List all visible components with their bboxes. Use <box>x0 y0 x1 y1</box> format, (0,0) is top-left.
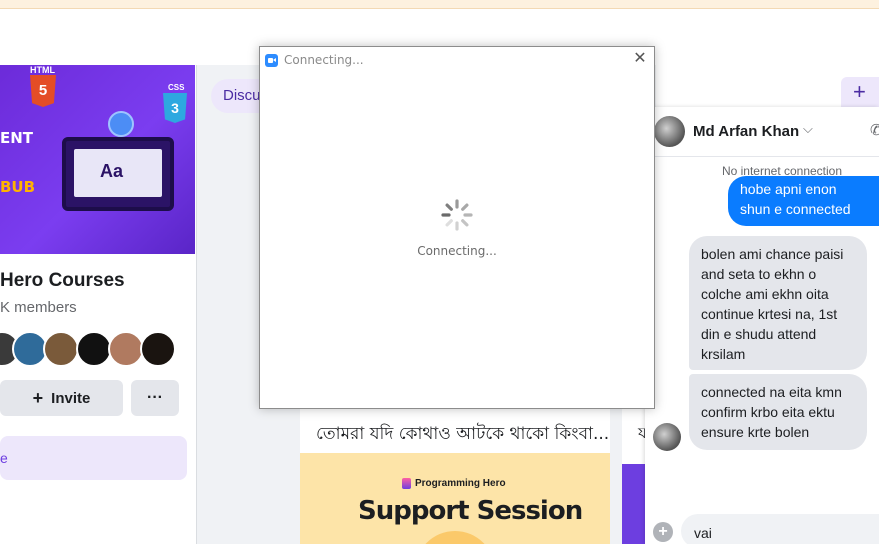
avatar[interactable] <box>43 331 79 367</box>
zoom-icon <box>265 54 278 67</box>
chat-header: Md Arfan Khan ⌵ ✆ <box>645 107 879 157</box>
lightbulb-icon <box>108 111 134 137</box>
group-member-count[interactable]: K members <box>0 299 77 316</box>
chevron-down-icon[interactable]: ⌵ <box>803 121 813 137</box>
top-notification-strip <box>0 0 879 9</box>
banner-title: Support Session <box>358 496 583 526</box>
chat-composer: + <box>645 512 879 544</box>
group-cover-image: HTML 5 CSS 3 ENT BUB Aa <box>0 65 195 254</box>
outgoing-message[interactable]: hobe apni enon shun e connected na <box>728 176 879 226</box>
html-label: HTML <box>30 65 55 75</box>
close-icon[interactable]: ✕ <box>632 50 648 68</box>
plus-icon: + <box>32 387 44 408</box>
loading-spinner-icon <box>441 199 473 231</box>
message-input[interactable] <box>681 514 879 544</box>
dialog-title-bar[interactable]: Connecting... ✕ <box>260 47 654 73</box>
programming-hero-logo-icon <box>402 478 411 489</box>
member-avatars[interactable] <box>0 331 195 367</box>
post-text[interactable]: তোমরা যদি কোথাও আটকে থাকো কিংবা... <box>316 421 609 449</box>
phone-icon[interactable]: ✆ <box>870 121 879 139</box>
html5-icon: 5 <box>30 75 56 107</box>
dialog-title: Connecting... <box>284 53 364 67</box>
cover-text-bub: BUB <box>0 178 36 196</box>
invite-label: Invite <box>51 389 91 407</box>
dialog-status-text: Connecting... <box>417 244 497 258</box>
group-side-link[interactable]: e <box>0 436 187 480</box>
group-side-link-text: e <box>0 450 8 466</box>
cover-text-ent: ENT <box>0 129 34 147</box>
chat-contact-name[interactable]: Md Arfan Khan <box>693 123 799 140</box>
banner-decoration <box>415 531 495 544</box>
banner-brand-text: Programming Hero <box>415 478 506 489</box>
more-options-button[interactable]: ··· <box>131 380 179 416</box>
plus-circle-icon[interactable]: + <box>653 522 673 542</box>
css-label: CSS <box>168 83 185 92</box>
avatar[interactable] <box>654 116 685 147</box>
incoming-message[interactable]: bolen ami chance paisi and seta to ekhn … <box>689 236 867 370</box>
incoming-message[interactable]: connected na eita kmn confirm krbo eita … <box>689 374 867 450</box>
banner-brand: Programming Hero <box>402 478 506 489</box>
invite-button[interactable]: + Invite <box>0 380 123 416</box>
laptop-illustration: Aa <box>62 137 174 211</box>
post-banner-image[interactable]: Programming Hero Support Session <box>300 453 610 544</box>
avatar <box>653 423 681 451</box>
css3-icon: 3 <box>163 93 187 123</box>
avatar[interactable] <box>76 331 112 367</box>
connecting-dialog: Connecting... ✕ Connecting... <box>259 46 655 409</box>
group-title[interactable]: Hero Courses <box>0 270 125 292</box>
laptop-text: Aa <box>100 161 124 181</box>
avatar[interactable] <box>140 331 176 367</box>
chat-window: Md Arfan Khan ⌵ ✆ No internet connection… <box>645 107 879 544</box>
avatar[interactable] <box>108 331 144 367</box>
